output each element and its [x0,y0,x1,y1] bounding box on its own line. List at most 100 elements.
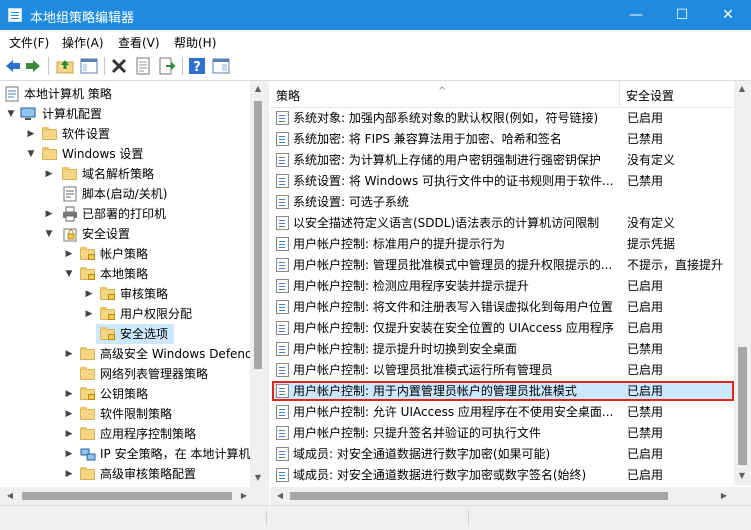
close-button[interactable]: ✕ [705,0,751,30]
scroll-up-arrow-icon[interactable]: ▲ [734,84,750,93]
menu-action[interactable]: 操作(A) [62,34,104,51]
scroll-left-arrow-icon[interactable]: ◀ [2,491,18,500]
policy-row[interactable]: 用户帐户控制: 管理员批准模式中管理员的提升权限提示的... 不提示，直接提升 [272,255,734,275]
menu-help[interactable]: 帮助(H) [174,34,216,51]
policy-item-icon [276,384,289,398]
policy-row[interactable]: 域成员: 对安全通道数据进行数字加密(如果可能) 已启用 [272,444,734,464]
tree-vertical-scrollbar[interactable]: ▲ ▼ [250,81,266,487]
scroll-down-arrow-icon[interactable]: ▼ [734,471,750,480]
column-header-setting[interactable]: 安全设置 [620,81,734,108]
collapse-arrow-icon[interactable]: ▼ [26,144,36,164]
expand-arrow-icon[interactable]: ▶ [84,304,94,324]
policy-row[interactable]: 用户帐户控制: 标准用户的提升提示行为 提示凭据 [272,234,734,254]
policy-row[interactable]: 用户帐户控制: 只提升签名并验证的可执行文件 已禁用 [272,423,734,443]
tree-item-ip-security-policies[interactable]: ▶ IP 安全策略，在 本地计算机 [0,444,250,464]
policy-row[interactable]: 以安全描述符定义语言(SDDL)语法表示的计算机访问限制 没有定义 [272,213,734,233]
menu-view[interactable]: 查看(V) [118,34,160,51]
policy-row[interactable]: 用户帐户控制: 允许 UIAccess 应用程序在不使用安全桌面... 已禁用 [272,402,734,422]
tree-horizontal-scrollbar[interactable]: ◀ ▶ [0,487,266,505]
policy-item-icon [276,174,289,188]
policy-row[interactable]: 用户帐户控制: 检测应用程序安装并提示提升 已启用 [272,276,734,296]
policy-row[interactable]: 域成员: 对安全通道数据进行数字加密或数字签名(始终) 已启用 [272,465,734,485]
up-folder-icon[interactable] [56,57,74,75]
tree-item-advanced-audit-config[interactable]: ▶ 高级审核策略配置 [0,464,250,484]
show-console-icon[interactable] [212,57,230,75]
tree-item-windows-settings[interactable]: ▼ Windows 设置 [0,144,250,164]
scroll-down-arrow-icon[interactable]: ▼ [250,473,266,482]
expand-arrow-icon[interactable]: ▶ [64,404,74,424]
expand-arrow-icon[interactable]: ▶ [26,124,36,144]
forward-arrow-icon[interactable] [24,57,42,75]
policy-row[interactable]: 系统加密: 将 FIPS 兼容算法用于加密、哈希和签名 已禁用 [272,129,734,149]
policy-row[interactable]: 用户帐户控制: 仅提升安装在安全位置的 UIAccess 应用程序 已启用 [272,318,734,338]
toolbar-separator [182,57,183,75]
column-header-policy[interactable]: 策略 ^ [270,81,619,108]
toolbar-separator [104,57,105,75]
folder-icon [80,347,95,360]
export-list-icon[interactable] [158,57,176,75]
expand-arrow-icon[interactable]: ▶ [84,284,94,304]
expand-arrow-icon[interactable]: ▶ [64,384,74,404]
scroll-up-arrow-icon[interactable]: ▲ [250,84,266,93]
policy-row[interactable]: 用户帐户控制: 将文件和注册表写入错误虚拟化到每用户位置 已启用 [272,297,734,317]
scrollbar-thumb[interactable] [254,101,262,369]
tree-item-security-options[interactable]: 安全选项 [96,324,174,344]
policy-row[interactable]: 系统对象: 加强内部系统对象的默认权限(例如，符号链接) 已启用 [272,108,734,128]
list-vertical-scrollbar[interactable]: ▲ ▼ [734,81,751,485]
policy-item-icon [276,363,289,377]
delete-icon[interactable] [110,57,128,75]
tree-item-windows-defender-firewall[interactable]: ▶ 高级安全 Windows Defender [0,344,250,364]
menu-file[interactable]: 文件(F) [9,34,49,51]
minimize-button[interactable]: — [613,0,659,30]
tree-item-user-rights-assignment[interactable]: ▶ 用户权限分配 [0,304,250,324]
scrollbar-thumb[interactable] [290,492,668,500]
expand-arrow-icon[interactable]: ▶ [64,244,74,264]
tree-item-audit-policy[interactable]: ▶ 审核策略 [0,284,250,304]
tree-item-deployed-printers[interactable]: ▶ 已部署的打印机 [0,204,250,224]
back-arrow-icon[interactable] [4,57,22,75]
scrollbar-thumb[interactable] [22,492,232,500]
properties-icon[interactable] [134,57,152,75]
status-bar [0,505,751,530]
show-hide-tree-icon[interactable] [80,57,98,75]
lock-folder-icon [80,247,95,260]
scroll-left-arrow-icon[interactable]: ◀ [272,491,288,500]
policy-row[interactable]: 系统加密: 为计算机上存储的用户密钥强制进行强密钥保护 没有定义 [272,150,734,170]
collapse-arrow-icon[interactable]: ▼ [6,104,16,124]
collapse-arrow-icon[interactable]: ▼ [44,224,54,244]
tree-item-security-settings[interactable]: ▼ 安全设置 [0,224,250,244]
tree-item-scripts[interactable]: 脚本(启动/关机) [0,184,250,204]
scroll-right-arrow-icon[interactable]: ▶ [716,491,732,500]
pane-splitter[interactable] [266,81,269,529]
maximize-button[interactable]: ☐ [659,0,705,30]
tree-item-software-restriction[interactable]: ▶ 软件限制策略 [0,404,250,424]
tree-item-software-settings[interactable]: ▶ 软件设置 [0,124,250,144]
policy-item-icon [276,426,289,440]
expand-arrow-icon[interactable]: ▶ [44,164,54,184]
tree-item-network-list-manager[interactable]: 网络列表管理器策略 [0,364,250,384]
expand-arrow-icon[interactable]: ▶ [64,344,74,364]
lock-folder-icon [100,327,115,340]
scroll-right-arrow-icon[interactable]: ▶ [236,491,252,500]
collapse-arrow-icon[interactable]: ▼ [64,264,74,284]
expand-arrow-icon[interactable]: ▶ [64,464,74,484]
policy-list: 策略 ^ 安全设置 系统对象: 加强内部系统对象的默认权限(例如，符号链接) 已启… [270,81,751,529]
help-icon[interactable]: ? [188,57,206,75]
tree-item-public-key-policies[interactable]: ▶ 公钥策略 [0,384,250,404]
tree-item-account-policies[interactable]: ▶ 帐户策略 [0,244,250,264]
tree-item-local-computer-policy[interactable]: 本地计算机 策略 [0,84,250,104]
list-horizontal-scrollbar[interactable]: ◀ ▶ [270,487,751,505]
policy-row[interactable]: 用户帐户控制: 提示提升时切换到安全桌面 已禁用 [272,339,734,359]
tree-item-computer-config[interactable]: ▼ 计算机配置 [0,104,250,124]
policy-row[interactable]: 系统设置: 将 Windows 可执行文件中的证书规则用于软件... 已禁用 [272,171,734,191]
expand-arrow-icon[interactable]: ▶ [44,204,54,224]
policy-row-highlighted[interactable]: 用户帐户控制: 用于内置管理员帐户的管理员批准模式 已启用 [272,381,734,401]
tree-item-name-resolution-policy[interactable]: ▶ 域名解析策略 [0,164,250,184]
tree-item-app-control-policies[interactable]: ▶ 应用程序控制策略 [0,424,250,444]
policy-row[interactable]: 系统设置: 可选子系统 [272,192,734,212]
tree-item-local-policies[interactable]: ▼ 本地策略 [0,264,250,284]
scrollbar-thumb[interactable] [738,347,747,465]
expand-arrow-icon[interactable]: ▶ [64,424,74,444]
expand-arrow-icon[interactable]: ▶ [64,444,74,464]
policy-row[interactable]: 用户帐户控制: 以管理员批准模式运行所有管理员 已启用 [272,360,734,380]
